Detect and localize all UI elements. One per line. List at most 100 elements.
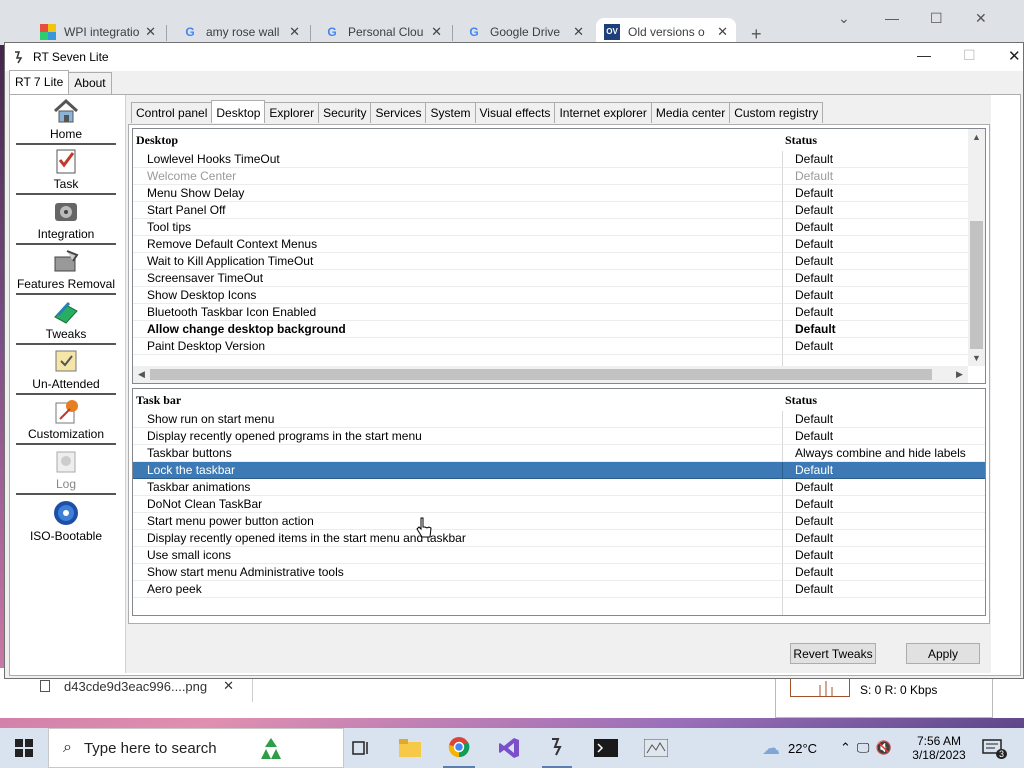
tab-internet-explorer[interactable]: Internet explorer xyxy=(554,102,652,123)
table-row[interactable]: Paint Desktop Version Default xyxy=(133,338,985,355)
tab-close-icon[interactable]: ✕ xyxy=(289,24,300,40)
scroll-up-icon[interactable]: ▲ xyxy=(968,132,985,142)
browser-maximize-icon[interactable]: ☐ xyxy=(930,10,943,27)
browser-tab[interactable]: G amy rose wall ✕ xyxy=(174,18,308,45)
row-status[interactable]: Default xyxy=(783,581,985,598)
nav-unattended[interactable]: Un-Attended xyxy=(16,345,116,395)
table-row[interactable]: DoNot Clean TaskBar Default xyxy=(133,496,985,513)
row-status[interactable]: Default xyxy=(783,530,985,547)
tab-media-center[interactable]: Media center xyxy=(650,102,731,123)
vscroll-thumb[interactable] xyxy=(970,221,983,349)
table-row-selected[interactable]: Lock the taskbar Default xyxy=(133,462,985,479)
nav-home[interactable]: Home xyxy=(16,95,116,145)
volume-muted-icon[interactable]: 🔇 xyxy=(875,740,891,756)
browser-tab-active[interactable]: OV Old versions o ✕ xyxy=(596,18,736,45)
rt7lite-taskbar-icon[interactable] xyxy=(542,728,572,768)
browser-tab[interactable]: G Google Drive ✕ xyxy=(458,18,592,45)
nav-features-removal[interactable]: Features Removal xyxy=(16,245,116,295)
table-row[interactable]: Start Panel Off Default xyxy=(133,202,985,219)
row-status[interactable]: Default xyxy=(783,479,985,496)
task-view-icon[interactable] xyxy=(346,728,376,768)
table-row[interactable]: Wait to Kill Application TimeOut Default xyxy=(133,253,985,270)
tab-desktop[interactable]: Desktop xyxy=(211,100,266,123)
table-row[interactable]: Show Desktop Icons Default xyxy=(133,287,985,304)
scroll-left-icon[interactable]: ◀ xyxy=(133,369,150,380)
row-status[interactable]: Default xyxy=(783,151,985,168)
tab-custom-registry[interactable]: Custom registry xyxy=(729,102,824,123)
nav-task[interactable]: Task xyxy=(16,145,116,195)
row-status[interactable]: Default xyxy=(783,462,985,479)
row-status[interactable]: Default xyxy=(783,338,985,355)
row-status[interactable]: Default xyxy=(783,253,985,270)
browser-close-icon[interactable]: ✕ xyxy=(975,10,987,27)
tab-about[interactable]: About xyxy=(68,72,112,94)
table-row[interactable]: Taskbar buttons Always combine and hide l… xyxy=(133,445,985,462)
row-status[interactable]: Default xyxy=(783,202,985,219)
row-status[interactable]: Default xyxy=(783,428,985,445)
table-row[interactable]: Taskbar animations Default xyxy=(133,479,985,496)
row-status[interactable]: Default xyxy=(783,321,985,338)
table-row[interactable]: Use small icons Default xyxy=(133,547,985,564)
start-button[interactable] xyxy=(0,728,48,768)
visual-studio-icon[interactable] xyxy=(494,728,524,768)
row-status[interactable]: Default xyxy=(783,547,985,564)
browser-tab[interactable]: G Personal Clou ✕ xyxy=(316,18,450,45)
network-meter-taskbar-icon[interactable] xyxy=(640,728,672,768)
row-status[interactable]: Always combine and hide labels xyxy=(783,445,985,462)
file-explorer-icon[interactable] xyxy=(395,728,425,768)
network-icon[interactable]: 🖵 xyxy=(857,740,870,756)
table-row[interactable]: Aero peek Default xyxy=(133,581,985,598)
notification-center[interactable]: 3 xyxy=(982,728,1013,768)
desktop-grid-vscrollbar[interactable]: ▲ ▼ xyxy=(968,129,985,366)
row-status[interactable]: Default xyxy=(783,219,985,236)
tab-security[interactable]: Security xyxy=(318,102,372,123)
table-row[interactable]: Start menu power button action Default xyxy=(133,513,985,530)
tab-close-icon[interactable]: ✕ xyxy=(573,24,584,40)
weather-widget[interactable]: ☁ 22°C xyxy=(762,728,817,768)
row-status[interactable]: Default xyxy=(783,185,985,202)
chrome-icon[interactable] xyxy=(443,728,475,768)
scroll-right-icon[interactable]: ▶ xyxy=(951,369,968,380)
table-row[interactable]: Menu Show Delay Default xyxy=(133,185,985,202)
hscroll-thumb[interactable] xyxy=(150,369,932,380)
row-status[interactable]: Default xyxy=(783,513,985,530)
table-row[interactable]: Show run on start menu Default xyxy=(133,411,985,428)
table-row[interactable]: Display recently opened programs in the … xyxy=(133,428,985,445)
nav-tweaks[interactable]: Tweaks xyxy=(16,295,116,345)
tab-close-icon[interactable]: ✕ xyxy=(431,24,442,40)
tab-explorer[interactable]: Explorer xyxy=(264,102,320,123)
revert-tweaks-button[interactable]: Revert Tweaks xyxy=(790,643,876,664)
scroll-down-icon[interactable]: ▼ xyxy=(968,353,985,363)
tab-rt7lite[interactable]: RT 7 Lite xyxy=(9,70,70,94)
browser-tab[interactable]: WPI integratio ✕ xyxy=(32,18,164,45)
tab-visual-effects[interactable]: Visual effects xyxy=(474,102,556,123)
download-filename[interactable]: d43cde9d3eac996....png xyxy=(64,679,207,694)
table-row[interactable]: Allow change desktop background Default xyxy=(133,321,985,338)
nav-customization[interactable]: Customization xyxy=(16,395,116,445)
row-status[interactable]: Default xyxy=(783,270,985,287)
row-status[interactable]: Default xyxy=(783,411,985,428)
table-row[interactable]: Remove Default Context Menus Default xyxy=(133,236,985,253)
table-row[interactable]: Screensaver TimeOut Default xyxy=(133,270,985,287)
row-status[interactable]: Default xyxy=(783,236,985,253)
nav-integration[interactable]: Integration xyxy=(16,195,116,245)
row-status[interactable]: Default xyxy=(783,304,985,321)
tab-control-panel[interactable]: Control panel xyxy=(131,102,213,123)
browser-minimize-icon[interactable]: — xyxy=(885,10,899,26)
terminal-icon[interactable] xyxy=(590,728,622,768)
row-status[interactable]: Default xyxy=(783,287,985,304)
download-dismiss-icon[interactable]: ✕ xyxy=(223,678,234,694)
tab-close-icon[interactable]: ✕ xyxy=(717,24,728,40)
table-row[interactable]: Display recently opened items in the sta… xyxy=(133,530,985,547)
tab-close-icon[interactable]: ✕ xyxy=(145,24,156,40)
table-row[interactable]: Show start menu Administrative tools Defa… xyxy=(133,564,985,581)
row-status[interactable]: Default xyxy=(783,564,985,581)
tab-list-icon[interactable]: ⌄ xyxy=(838,10,850,27)
table-row[interactable]: Bluetooth Taskbar Icon Enabled Default xyxy=(133,304,985,321)
app-close-icon[interactable]: ✕ xyxy=(1008,47,1021,65)
tab-system[interactable]: System xyxy=(425,102,476,123)
chevron-up-icon[interactable]: ⌃ xyxy=(840,740,851,756)
tab-services[interactable]: Services xyxy=(370,102,427,123)
app-minimize-icon[interactable]: — xyxy=(917,47,931,63)
desktop-grid-hscrollbar[interactable]: ◀ ▶ xyxy=(133,366,968,383)
